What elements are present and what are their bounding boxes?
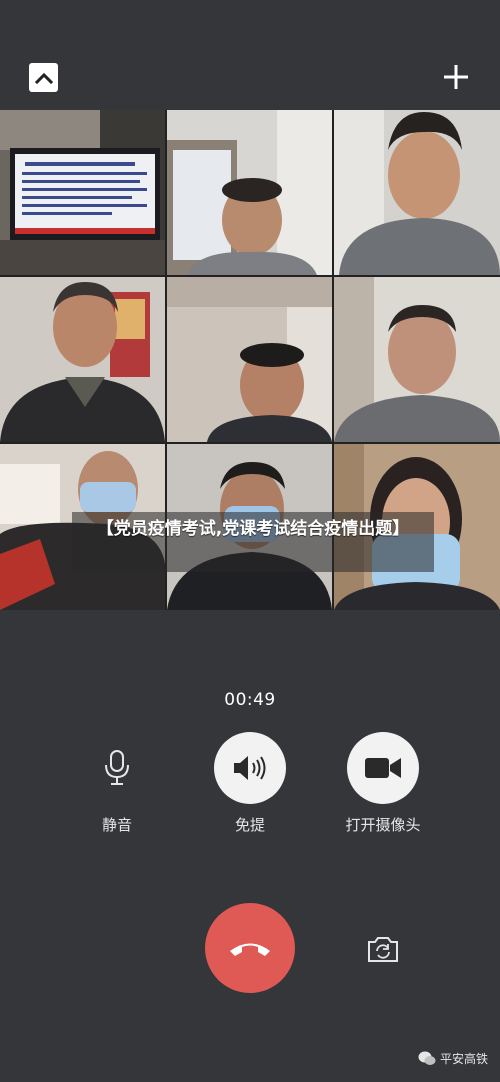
watermark: 平安高铁	[418, 1050, 488, 1067]
mute-label: 静音	[101, 816, 132, 834]
speaker-icon	[234, 756, 266, 780]
video-tile-2[interactable]	[167, 110, 332, 275]
top-bar	[0, 0, 500, 110]
add-member-button[interactable]	[441, 62, 471, 92]
speaker-label: 免提	[234, 816, 265, 834]
video-tile-3[interactable]	[334, 110, 500, 275]
collapse-button[interactable]	[29, 63, 58, 92]
wechat-icon	[418, 1051, 436, 1065]
camera-control[interactable]: 打开摄像头	[323, 732, 443, 835]
video-tile-1[interactable]	[0, 110, 165, 275]
switch-camera-button[interactable]	[366, 934, 400, 964]
speaker-control[interactable]: 免提	[190, 732, 310, 835]
plus-icon	[444, 65, 468, 89]
video-tile-5[interactable]	[167, 277, 332, 442]
hangup-button[interactable]	[205, 903, 295, 993]
mute-button[interactable]	[81, 732, 153, 804]
video-camera-icon	[365, 758, 401, 778]
camera-switch-icon	[368, 937, 398, 962]
microphone-icon	[105, 750, 129, 785]
camera-button[interactable]	[347, 732, 419, 804]
video-tile-6[interactable]	[334, 277, 500, 442]
mute-control[interactable]: 静音	[57, 732, 177, 835]
call-timer: 00:49	[224, 690, 276, 710]
speaker-button[interactable]	[214, 732, 286, 804]
chevron-up-icon	[34, 72, 53, 84]
caption-banner: 【党员疫情考试,党课考试结合疫情出题】	[72, 512, 434, 572]
video-tile-4[interactable]	[0, 277, 165, 442]
phone-hangup-icon	[230, 943, 270, 956]
camera-label: 打开摄像头	[345, 816, 421, 834]
watermark-text: 平安高铁	[440, 1052, 489, 1066]
